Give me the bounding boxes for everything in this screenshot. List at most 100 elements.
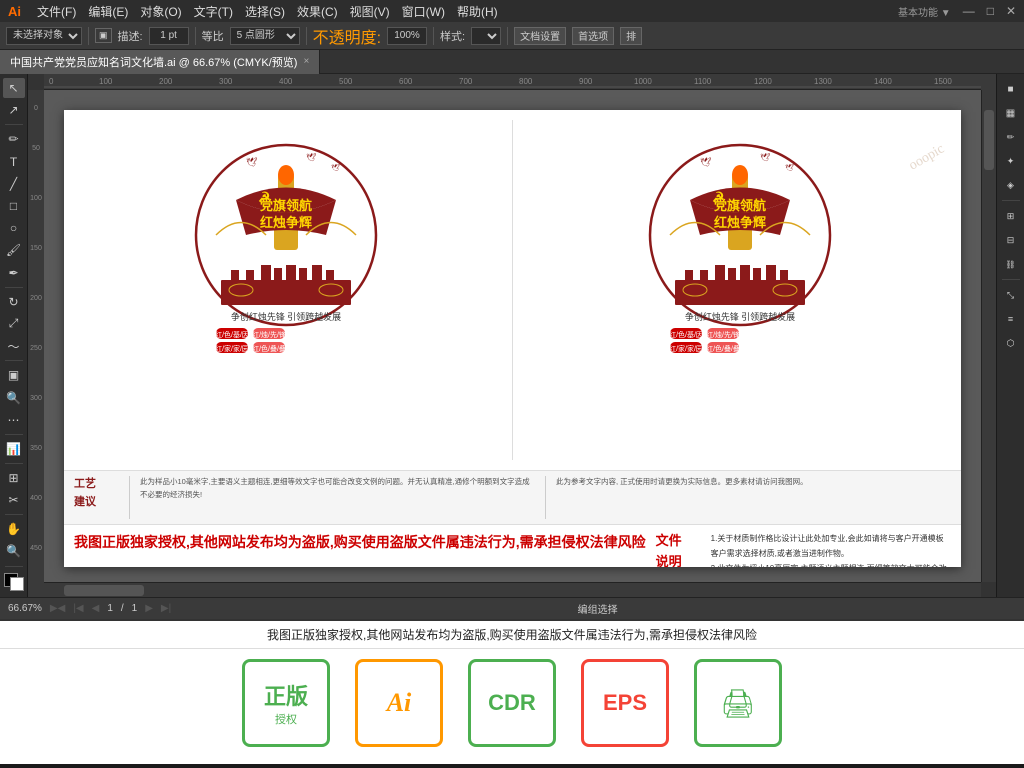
mode-icon[interactable]: ▣ xyxy=(95,28,112,43)
design-divider xyxy=(512,120,513,460)
tab-filename: 中国共产党党员应知名词文化墙.ai @ 66.67% (CMYK/预览) xyxy=(10,54,297,70)
panel-swatches[interactable]: ▦ xyxy=(1000,102,1022,124)
select-dropdown[interactable]: 未选择对象 xyxy=(6,27,82,45)
svg-text:600: 600 xyxy=(399,77,413,86)
tool-ellipse[interactable]: ○ xyxy=(3,218,25,238)
tool-line[interactable]: ╱ xyxy=(3,174,25,194)
tool-gradient[interactable]: ▣ xyxy=(3,365,25,385)
tool-rect[interactable]: □ xyxy=(3,196,25,216)
tool-warp[interactable]: 〜 xyxy=(3,336,25,356)
scrollbar-thumb-h[interactable] xyxy=(64,585,144,596)
svg-text:1200: 1200 xyxy=(754,77,772,86)
svg-text:300: 300 xyxy=(219,77,233,86)
svg-text:150: 150 xyxy=(30,245,42,252)
main-layout: ↖ ↗ ✏ T ╱ □ ○ 🖌 ✒ ↻ ⤢ 〜 ▣ 🔍 ⋯ 📊 ⊞ ✂ ✋ 🔍 xyxy=(0,74,1024,597)
warning-bar: 我图正版独家授权,其他网站发布均为盗版,购买使用盗版文件属违法行为,需承担侵权法… xyxy=(0,621,1024,649)
style-select[interactable] xyxy=(471,27,501,45)
panel-graphic-styles[interactable]: ◈ xyxy=(1000,174,1022,196)
menu-select[interactable]: 选择(S) xyxy=(245,3,285,20)
file-desc-label: 文件说明 xyxy=(656,531,701,567)
stroke-input[interactable] xyxy=(149,27,189,45)
tool-slice[interactable]: ✂ xyxy=(3,490,25,510)
svg-text:🕊: 🕊 xyxy=(760,152,770,162)
svg-text:☭: ☭ xyxy=(258,189,271,205)
tool-blend[interactable]: ⋯ xyxy=(3,410,25,430)
svg-text:红/色/基/因: 红/色/基/因 xyxy=(215,330,249,339)
arrange-btn[interactable]: 排 xyxy=(620,27,642,45)
svg-text:350: 350 xyxy=(30,445,42,452)
panel-pathfinder[interactable]: ⬡ xyxy=(1000,332,1022,354)
menu-help[interactable]: 帮助(H) xyxy=(457,3,498,20)
svg-text:1300: 1300 xyxy=(814,77,832,86)
status-bar: 66.67% ▶◀ |◀ ◀ 1 / 1 ▶ ▶| 编组选择 xyxy=(0,597,1024,619)
document-tab[interactable]: 中国共产党党员应知名词文化墙.ai @ 66.67% (CMYK/预览) × xyxy=(0,50,320,74)
panel-layers[interactable]: ⊞ xyxy=(1000,205,1022,227)
menu-edit[interactable]: 编辑(E) xyxy=(88,3,128,20)
panel-links[interactable]: ⛓ xyxy=(1000,253,1022,275)
right-panel: ■ ▦ ✏ ✦ ◈ ⊞ ⊟ ⛓ ⤡ ≡ ⬡ xyxy=(996,74,1024,597)
panel-transform[interactable]: ⤡ xyxy=(1000,284,1022,306)
tool-pen[interactable]: ✏ xyxy=(3,129,25,149)
ruler-row: 0 100 200 300 400 500 600 700 800 900 10… xyxy=(28,74,996,90)
svg-text:🕊: 🕊 xyxy=(700,156,712,167)
restore-btn[interactable]: □ xyxy=(987,4,994,18)
panel-artboards[interactable]: ⊟ xyxy=(1000,229,1022,251)
panel-symbols[interactable]: ✦ xyxy=(1000,150,1022,172)
page-sep: / xyxy=(121,603,124,614)
tool-scale[interactable]: ⤢ xyxy=(3,314,25,334)
badge-eps: EPS xyxy=(581,659,669,747)
brush-select[interactable]: 5 点圆形 xyxy=(230,27,300,45)
minimize-btn[interactable]: — xyxy=(963,4,975,18)
svg-text:0: 0 xyxy=(49,77,54,86)
menu-effect[interactable]: 效果(C) xyxy=(297,3,338,20)
tab-close-btn[interactable]: × xyxy=(303,56,309,67)
svg-text:☭: ☭ xyxy=(712,189,725,205)
main-toolbar: 未选择对象 ▣ 描述: 等比 5 点圆形 不透明度: 样式: 文档设置 首选项 … xyxy=(0,22,1024,50)
badges-row: 正版 授权 Ai CDR EPS 🖨 xyxy=(0,649,1024,757)
design-2: 党旗领航 红烛争辉 ☭ 🕊 🕊 🕊 争创红烛先锋 引领跨越发展 红/ xyxy=(533,120,946,460)
workspace-label: 基本功能 ▼ xyxy=(898,4,951,19)
menu-file[interactable]: 文件(F) xyxy=(37,3,76,20)
scrollbar-thumb-v[interactable] xyxy=(984,110,994,170)
doc-settings-btn[interactable]: 文档设置 xyxy=(514,27,566,45)
panel-brushes[interactable]: ✏ xyxy=(1000,126,1022,148)
svg-text:700: 700 xyxy=(459,77,473,86)
tool-graph[interactable]: 📊 xyxy=(3,439,25,459)
badge-zhengban-sub: 授权 xyxy=(275,711,297,727)
tool-select[interactable]: ↖ xyxy=(3,78,25,98)
file-desc-title: 我图正版独家授权,其他网站发布均为盗版,购买使用盗版文件属违法行为,需承担侵权法… xyxy=(74,531,646,567)
svg-text:红/色/基/因: 红/色/基/因 xyxy=(669,330,703,339)
ruler-corner-right xyxy=(981,74,996,90)
tool-text[interactable]: T xyxy=(3,152,25,172)
tool-rotate[interactable]: ↻ xyxy=(3,292,25,312)
menu-object[interactable]: 对象(O) xyxy=(140,3,181,20)
tool-zoom[interactable]: 🔍 xyxy=(3,541,25,561)
panel-colors[interactable]: ■ xyxy=(1000,78,1022,100)
design-1: 党旗领航 红烛争辉 ☭ 🕊 🕊 🕊 xyxy=(79,120,492,460)
design-svg-2: 党旗领航 红烛争辉 ☭ 🕊 🕊 🕊 争创红烛先锋 引领跨越发展 红/ xyxy=(640,120,840,360)
scrollbar-horizontal[interactable] xyxy=(44,582,981,597)
menu-view[interactable]: 视图(V) xyxy=(350,3,390,20)
tool-artboard[interactable]: ⊞ xyxy=(3,468,25,488)
opacity-input[interactable] xyxy=(387,27,427,45)
tool-pencil[interactable]: ✒ xyxy=(3,263,25,283)
menu-text[interactable]: 文字(T) xyxy=(194,3,233,20)
svg-text:🕊: 🕊 xyxy=(306,152,316,162)
tool-eyedropper[interactable]: 🔍 xyxy=(3,387,25,407)
ruler-horizontal: 0 100 200 300 400 500 600 700 800 900 10… xyxy=(44,74,981,90)
fill-stroke-indicator[interactable] xyxy=(4,573,24,591)
close-btn[interactable]: ✕ xyxy=(1006,4,1016,18)
tool-brush[interactable]: 🖌 xyxy=(3,240,25,260)
canvas-main[interactable]: 党旗领航 红烛争辉 ☭ 🕊 🕊 🕊 xyxy=(44,90,996,597)
scrollbar-vertical[interactable] xyxy=(981,90,996,582)
preferences-btn[interactable]: 首选项 xyxy=(572,27,614,45)
page-total: 1 xyxy=(132,603,138,614)
badge-ai-text: Ai xyxy=(387,688,412,718)
svg-text:200: 200 xyxy=(30,295,42,302)
panel-align[interactable]: ≡ xyxy=(1000,308,1022,330)
menu-window[interactable]: 窗口(W) xyxy=(402,3,445,20)
tool-direct-select[interactable]: ↗ xyxy=(3,100,25,120)
badge-eps-text: EPS xyxy=(603,690,647,716)
craft-bar: 工艺 建议 此为样品小10毫米字,主要语义主题相连,更细等效文字也可能合改变文例… xyxy=(64,470,961,525)
tool-hand[interactable]: ✋ xyxy=(3,519,25,539)
